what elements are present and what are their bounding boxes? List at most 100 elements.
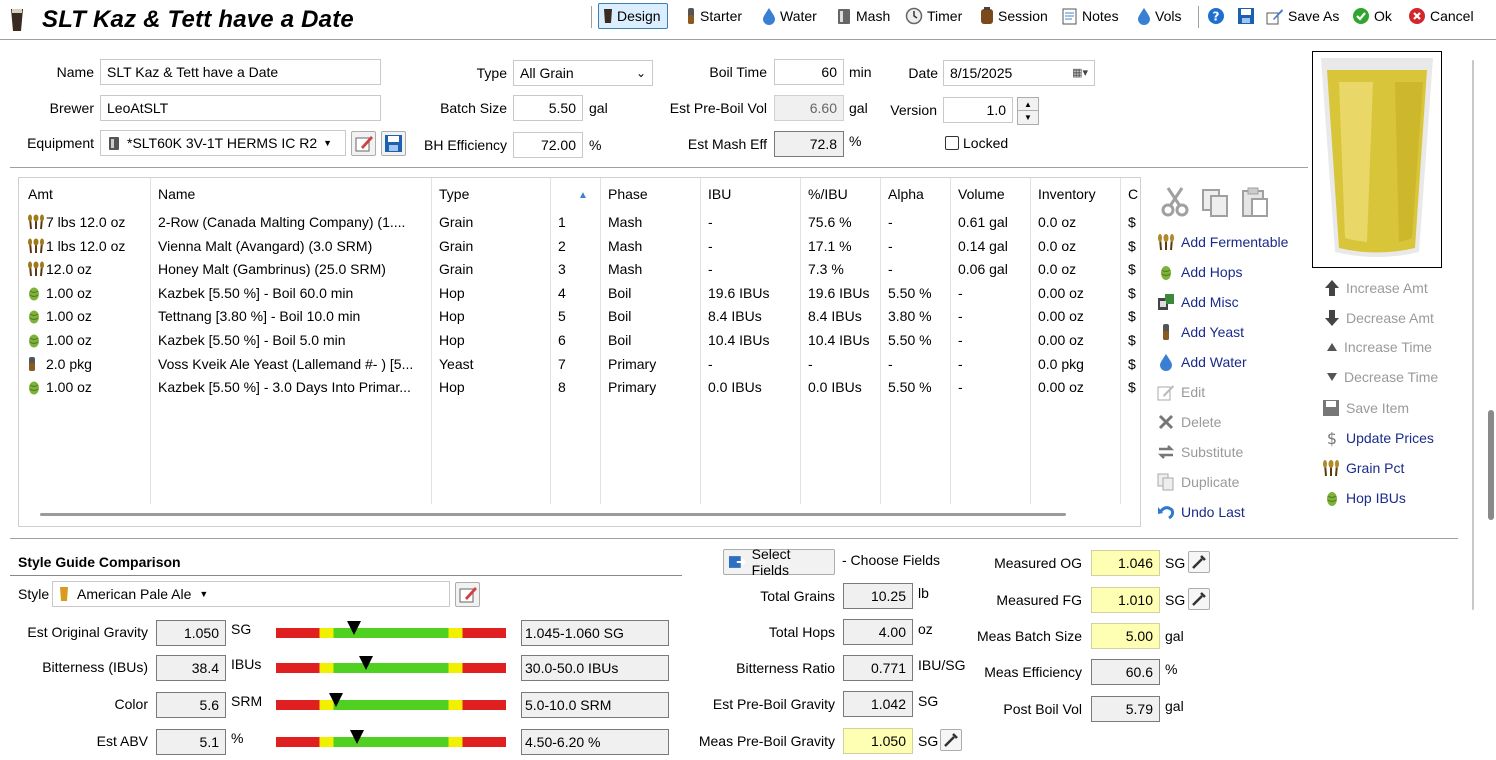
notes-tab[interactable]: Notes — [1062, 4, 1119, 28]
cell-name: Vienna Malt (Avangard) (3.0 SRM) — [158, 237, 373, 254]
triangle-up-icon — [1327, 343, 1337, 351]
table-row[interactable]: 1.00 oz Kazbek [5.50 %] - Boil 5.0 min Hop… — [19, 331, 1136, 353]
copy-icon[interactable] — [1200, 188, 1230, 221]
type-select[interactable]: All Grain ⌄ — [513, 60, 653, 86]
cell-volume: - — [958, 308, 963, 325]
increase-time-button[interactable]: Increase Time — [1326, 339, 1432, 355]
boil-time-input[interactable]: 60 — [774, 59, 844, 85]
col-header-ibu[interactable]: IBU — [708, 186, 731, 202]
design-tab[interactable]: Design — [598, 3, 668, 29]
duplicate-button[interactable]: Duplicate — [1157, 473, 1239, 491]
edit-button[interactable]: Edit — [1157, 383, 1205, 401]
paste-icon[interactable] — [1240, 186, 1270, 221]
substitute-icon — [1157, 445, 1175, 459]
undo-icon — [1158, 506, 1175, 520]
decrease-amt-button[interactable]: Decrease Amt — [1324, 309, 1434, 327]
bh-efficiency-input[interactable]: 72.00 — [513, 132, 583, 158]
cell-phase: Mash — [608, 261, 643, 278]
substitute-button[interactable]: Substitute — [1157, 443, 1243, 461]
save-as-button[interactable]: Save As — [1266, 4, 1339, 28]
horizontal-scrollbar[interactable] — [40, 513, 1066, 516]
equipment-select[interactable]: *SLT60K 3V-1T HERMS IC R2 ▼ — [100, 130, 346, 156]
col-header-alpha[interactable]: Alpha — [888, 186, 924, 202]
save-item-button[interactable]: Save Item — [1322, 399, 1409, 417]
meas-pre-boil-input[interactable]: 1.050 — [843, 728, 913, 754]
measured-fg-input[interactable]: 1.010 — [1091, 587, 1160, 613]
locked-checkbox[interactable] — [945, 136, 959, 150]
col-header-name[interactable]: Name — [158, 186, 195, 202]
hop-icon — [1327, 492, 1337, 506]
eyedropper-button[interactable] — [940, 729, 962, 751]
hop-ibus-button[interactable]: Hop IBUs — [1324, 489, 1406, 507]
scrollbar-thumb[interactable] — [1488, 410, 1494, 520]
cell-inventory: 0.00 oz — [1038, 284, 1084, 301]
table-row[interactable]: 1 lbs 12.0 oz Vienna Malt (Avangard) (3.0… — [19, 237, 1136, 259]
col-header-volume[interactable]: Volume — [958, 186, 1005, 202]
measured-og-input[interactable]: 1.046 — [1091, 550, 1160, 576]
col-header-type[interactable]: Type — [439, 186, 469, 202]
name-label: Name — [56, 64, 94, 80]
table-row[interactable]: 12.0 oz Honey Malt (Gambrinus) (25.0 SRM)… — [19, 260, 1136, 282]
vols-tab[interactable]: Vols — [1137, 4, 1181, 28]
cell-name: Tettnang [3.80 %] - Boil 10.0 min — [158, 308, 361, 325]
table-row[interactable]: 2.0 pkg Voss Kveik Ale Yeast (Lallemand #… — [19, 355, 1136, 377]
version-input[interactable]: 1.0 — [943, 97, 1013, 123]
vertical-scrollbar[interactable] — [1487, 40, 1496, 760]
timer-tab[interactable]: Timer — [905, 4, 962, 28]
increase-amt-button[interactable]: Increase Amt — [1324, 279, 1428, 297]
table-row[interactable]: 1.00 oz Kazbek [5.50 %] - 3.0 Days Into P… — [19, 378, 1136, 400]
post-boil-vol-value: 5.79 — [1091, 696, 1160, 722]
ok-button[interactable]: Ok — [1352, 4, 1392, 28]
style-select[interactable]: American Pale Ale ▼ — [52, 581, 450, 607]
add-water-button[interactable]: Add Water — [1157, 353, 1247, 371]
table-row[interactable]: 7 lbs 12.0 oz 2-Row (Canada Malting Compa… — [19, 213, 1136, 235]
save-equipment-button[interactable] — [381, 131, 406, 156]
add-hops-button[interactable]: Add Hops — [1157, 263, 1242, 281]
update-prices-button[interactable]: $ Update Prices — [1324, 429, 1434, 447]
undo-last-button[interactable]: Undo Last — [1157, 503, 1245, 521]
table-row[interactable]: 1.00 oz Tettnang [3.80 %] - Boil 10.0 min… — [19, 307, 1136, 329]
water-tab[interactable]: Water — [762, 4, 817, 28]
style-row-label: Est ABV — [96, 733, 148, 749]
edit-style-button[interactable] — [455, 582, 480, 607]
delete-button[interactable]: Delete — [1157, 413, 1221, 431]
add-yeast-button[interactable]: Add Yeast — [1157, 323, 1244, 341]
locked-label: Locked — [963, 135, 1009, 151]
total-grains-unit: lb — [918, 585, 929, 601]
cancel-button[interactable]: Cancel — [1408, 4, 1474, 28]
col-header-amt[interactable]: Amt — [28, 186, 53, 202]
meas-batch-input[interactable]: 5.00 — [1091, 623, 1160, 649]
hop-icon — [27, 379, 41, 398]
edit-equipment-button[interactable] — [351, 131, 376, 156]
beer-glass-icon — [11, 9, 23, 31]
batch-size-input[interactable]: 5.50 — [513, 95, 583, 121]
grain-pct-button[interactable]: Grain Pct — [1322, 459, 1404, 477]
pre-boil-gravity-value: 1.042 — [843, 691, 913, 717]
date-picker[interactable]: 8/15/2025 ▦▾ — [943, 60, 1095, 86]
table-row[interactable]: 1.00 oz Kazbek [5.50 %] - Boil 60.0 min Ho… — [19, 284, 1136, 306]
col-header-phase[interactable]: Phase — [608, 186, 648, 202]
col-header-pct-ibu[interactable]: %/IBU — [808, 186, 848, 202]
help-button[interactable]: ? — [1207, 4, 1225, 28]
eyedropper-fg-button[interactable] — [1188, 588, 1210, 610]
col-header-sort[interactable]: ▲ — [578, 190, 588, 201]
save-button[interactable] — [1237, 4, 1255, 28]
decrease-time-button[interactable]: Decrease Time — [1326, 369, 1438, 385]
name-input[interactable]: SLT Kaz & Tett have a Date — [100, 59, 381, 85]
mash-tab[interactable]: Mash — [836, 4, 890, 28]
version-spinner[interactable]: ▲ ▼ — [1017, 97, 1039, 125]
eyedropper-og-button[interactable] — [1188, 551, 1210, 573]
col-header-inventory[interactable]: Inventory — [1038, 186, 1096, 202]
starter-tab[interactable]: Starter — [686, 4, 742, 28]
cut-icon[interactable] — [1160, 186, 1190, 221]
add-misc-button[interactable]: Add Misc — [1157, 293, 1239, 311]
add-fermentable-button[interactable]: Add Fermentable — [1157, 233, 1288, 251]
style-row-value: 5.6 — [156, 692, 226, 718]
cell-order: 1 — [558, 214, 566, 230]
duplicate-icon — [1157, 473, 1174, 491]
session-tab[interactable]: Session — [980, 4, 1048, 28]
select-fields-button[interactable]: Select Fields — [723, 546, 835, 578]
col-header-cost[interactable]: C — [1128, 186, 1140, 202]
cell-ibu: 10.4 IBUs — [708, 332, 770, 348]
brewer-input[interactable]: LeoAtSLT — [100, 95, 381, 121]
